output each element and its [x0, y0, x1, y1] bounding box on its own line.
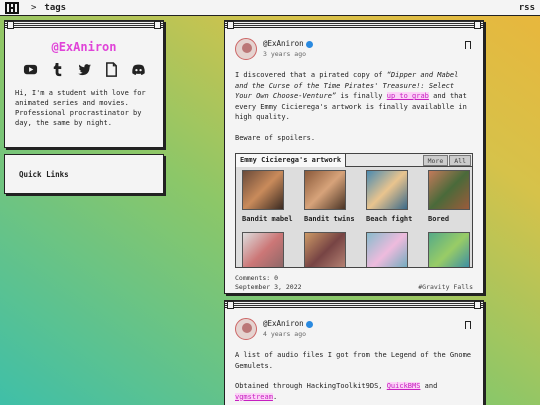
- gallery-caption: Bored: [428, 215, 450, 223]
- verified-icon: [305, 320, 313, 328]
- avatar[interactable]: [235, 318, 257, 340]
- gallery-item[interactable]: [364, 232, 418, 267]
- post-card: @ExAniron 4 years ago A list of audio fi…: [224, 300, 484, 405]
- artwork-thumbnail[interactable]: [366, 232, 408, 267]
- post-footer: Comments: 0 September 3, 2022 #Gravity F…: [225, 268, 483, 292]
- gallery-caption: Beach fight: [366, 215, 413, 223]
- gallery-item[interactable]: Bandit mabel: [240, 170, 294, 224]
- breadcrumb-separator: >: [31, 2, 37, 13]
- verified-icon: [305, 40, 313, 48]
- gallery-more-button[interactable]: More: [422, 154, 449, 166]
- artwork-thumbnail[interactable]: [304, 170, 346, 210]
- post-tag[interactable]: #Gravity Falls: [418, 283, 473, 292]
- gallery-item[interactable]: Bandit twins: [302, 170, 356, 224]
- gallery-all-button[interactable]: All: [449, 154, 471, 166]
- window-titlebar: [225, 21, 483, 29]
- artwork-thumbnail[interactable]: [366, 170, 408, 210]
- top-bar: > tags rss: [0, 0, 540, 16]
- post-text: A list of audio files I got from the Leg…: [235, 351, 472, 370]
- comments-count[interactable]: Comments: 0: [235, 274, 302, 283]
- post-time: 4 years ago: [263, 330, 307, 338]
- profile-handle: @ExAniron: [51, 40, 117, 54]
- gallery-grid: Bandit mabel Bandit twins Beach fight Bo…: [236, 167, 472, 267]
- avatar[interactable]: [235, 38, 257, 60]
- quick-links-title[interactable]: Quick Links: [5, 155, 163, 179]
- gallery-title: Emmy Cicierega's artwork: [236, 154, 347, 167]
- artwork-thumbnail[interactable]: [242, 170, 284, 210]
- gallery-caption: Bandit mabel: [242, 215, 293, 223]
- quick-links-card: Quick Links: [4, 154, 164, 194]
- artwork-thumbnail[interactable]: [428, 170, 470, 210]
- gallery-item[interactable]: Bored: [426, 170, 472, 224]
- window-titlebar: [5, 21, 163, 29]
- post-text: is finally: [336, 92, 387, 100]
- artwork-thumbnail[interactable]: [242, 232, 284, 267]
- post-time: 3 years ago: [263, 50, 307, 58]
- grab-link[interactable]: up to grab: [386, 92, 429, 100]
- quickbms-link[interactable]: QuickBMS: [386, 382, 421, 390]
- document-icon[interactable]: [104, 62, 119, 77]
- post-text: Obtained through HackingToolkit9DS,: [235, 382, 387, 390]
- post-header: @ExAniron 3 years ago: [225, 28, 483, 60]
- bookmark-icon[interactable]: [465, 41, 471, 49]
- profile-bio: Hi, I'm a student with love for animated…: [15, 89, 146, 127]
- gallery-header: Emmy Cicierega's artwork More All: [236, 154, 472, 167]
- social-links: [5, 62, 163, 77]
- window-titlebar: [225, 301, 483, 309]
- post-text: .: [272, 392, 278, 401]
- gallery-item[interactable]: [302, 232, 356, 267]
- tumblr-icon[interactable]: [50, 62, 65, 77]
- artwork-thumbnail[interactable]: [304, 232, 346, 267]
- twitter-icon[interactable]: [77, 62, 92, 77]
- breadcrumb-tags[interactable]: tags: [44, 3, 66, 13]
- artwork-gallery: Emmy Cicierega's artwork More All Bandit…: [235, 153, 473, 268]
- artwork-thumbnail[interactable]: [428, 232, 470, 267]
- post-text: I discovered that a pirated copy of: [235, 71, 387, 79]
- post-text: and: [420, 382, 438, 390]
- discord-icon[interactable]: [131, 62, 146, 77]
- post-body: A list of audio files I got from the Leg…: [225, 340, 483, 402]
- profile-card: @ExAniron Hi, I'm a student with love fo…: [4, 20, 164, 148]
- rss-link[interactable]: rss: [519, 3, 535, 13]
- gallery-item[interactable]: [240, 232, 294, 267]
- gallery-caption: Bandit twins: [304, 215, 355, 223]
- post-body: I discovered that a pirated copy of “Dip…: [225, 60, 483, 143]
- gallery-item[interactable]: Beach fight: [364, 170, 418, 224]
- bookmark-icon[interactable]: [465, 321, 471, 329]
- youtube-icon[interactable]: [23, 62, 38, 77]
- site-logo-icon[interactable]: [5, 1, 19, 14]
- spoiler-warning: Beware of spoilers.: [235, 133, 316, 142]
- post-author[interactable]: @ExAniron: [263, 319, 304, 328]
- post-author[interactable]: @ExAniron: [263, 39, 304, 48]
- gallery-item[interactable]: [426, 232, 472, 267]
- vgmstream-link[interactable]: vgmstream: [235, 392, 273, 401]
- post-header: @ExAniron 4 years ago: [225, 308, 483, 340]
- post-card: @ExAniron 3 years ago I discovered that …: [224, 20, 484, 294]
- post-date: September 3, 2022: [235, 283, 302, 291]
